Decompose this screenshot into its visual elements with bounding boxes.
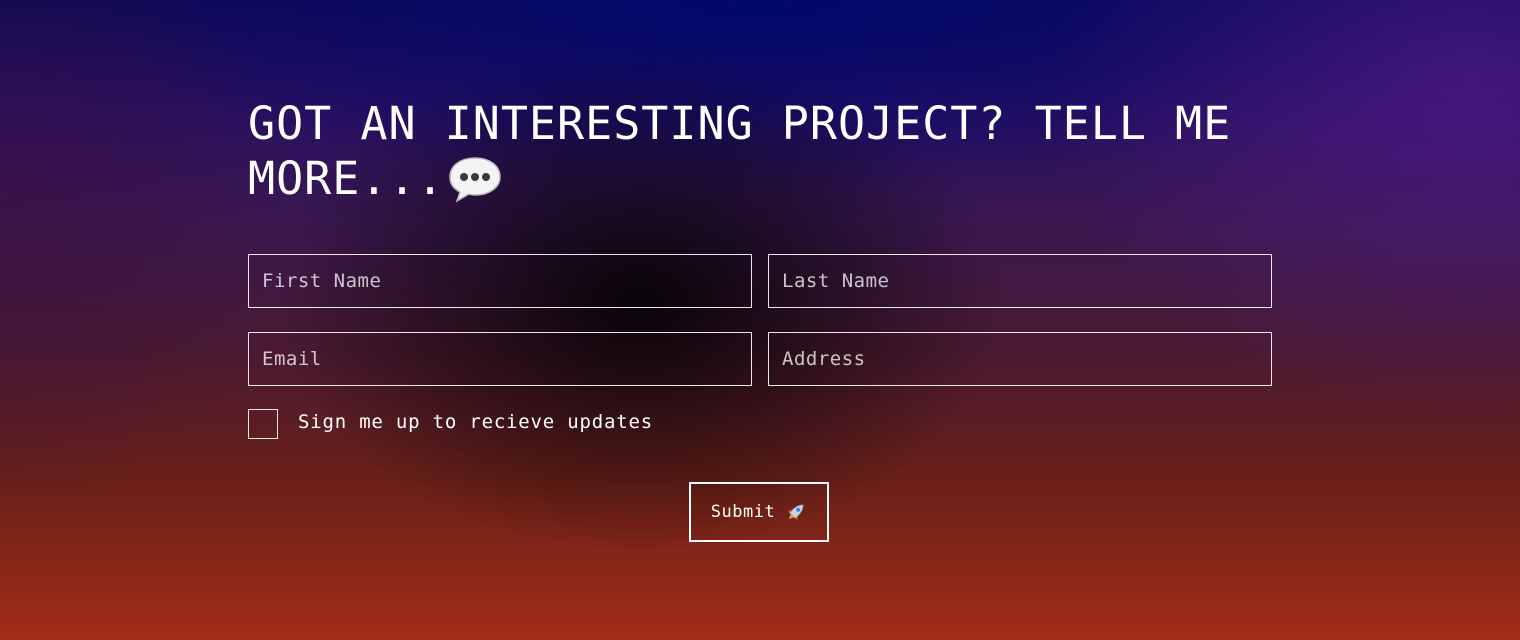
signup-checkbox[interactable] [248, 409, 278, 439]
rocket-icon [785, 501, 807, 523]
submit-button-label: Submit [710, 502, 776, 522]
last-name-field-wrapper [768, 254, 1272, 308]
email-input[interactable] [249, 333, 751, 385]
address-input[interactable] [769, 333, 1271, 385]
last-name-input[interactable] [769, 255, 1271, 307]
signup-checkbox-row: Sign me up to recieve updates [248, 409, 848, 439]
page-title-text: GOT AN INTERESTING PROJECT? TELL ME MORE… [248, 97, 1232, 205]
page-title: GOT AN INTERESTING PROJECT? TELL ME MORE… [248, 96, 1272, 206]
speech-bubble-icon [447, 154, 503, 204]
email-field-wrapper [248, 332, 752, 386]
signup-checkbox-label[interactable]: Sign me up to recieve updates [298, 411, 653, 433]
first-name-input[interactable] [249, 255, 751, 307]
form-row-contact [248, 332, 1272, 386]
first-name-field-wrapper [248, 254, 752, 308]
address-field-wrapper [768, 332, 1272, 386]
contact-form-section: GOT AN INTERESTING PROJECT? TELL ME MORE… [248, 96, 1272, 542]
submit-button[interactable]: Submit [689, 482, 829, 542]
form-row-name [248, 254, 1272, 308]
